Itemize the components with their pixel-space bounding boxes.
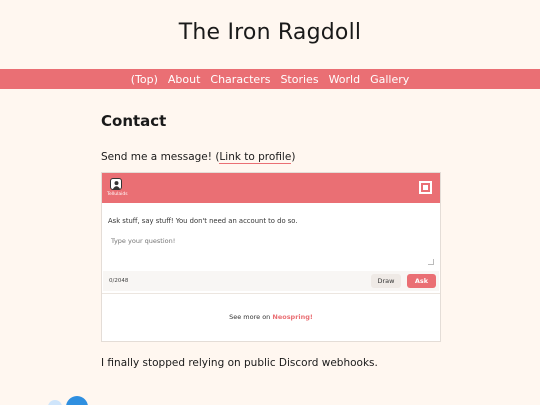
form-footer: 0/2048 Draw Ask: [103, 271, 439, 291]
nav-item-gallery[interactable]: Gallery: [370, 73, 409, 86]
nav-item-world[interactable]: World: [329, 73, 361, 86]
nav-item-top[interactable]: (Top): [131, 73, 158, 86]
widget-header: Tellulaids: [102, 173, 440, 203]
see-more-prefix: See more on: [229, 313, 273, 321]
intro-close: ): [291, 151, 296, 163]
resize-grip-icon[interactable]: [428, 259, 434, 265]
profile-link[interactable]: Link to profile: [219, 151, 292, 164]
contact-heading: Contact: [101, 112, 167, 130]
widget-divider: [102, 293, 440, 294]
avatar-icon[interactable]: [110, 178, 122, 190]
see-more-text: See more on Neospring!: [102, 313, 440, 321]
char-count: 0/2048: [109, 278, 129, 284]
main-content: Contact Send me a message! (Link to prof…: [101, 112, 441, 369]
draw-button[interactable]: Draw: [371, 274, 401, 288]
intro-text: Send me a message! (: [101, 151, 220, 163]
ask-widget: Tellulaids Ask stuff, say stuff! You don…: [101, 172, 441, 342]
main-nav: (Top) About Characters Stories World Gal…: [0, 69, 540, 89]
contact-intro: Send me a message! (Link to profile): [101, 151, 441, 164]
contact-outro: I finally stopped relying on public Disc…: [101, 357, 378, 369]
question-form: Ask stuff, say stuff! You don't need an …: [102, 203, 440, 293]
nav-item-stories[interactable]: Stories: [280, 73, 318, 86]
decorative-blob-icon: [66, 396, 88, 405]
site-title: The Iron Ragdoll: [178, 20, 362, 45]
neospring-link[interactable]: Neospring!: [272, 313, 313, 321]
question-input[interactable]: [106, 231, 436, 265]
widget-username: Tellulaids: [107, 192, 128, 197]
nav-item-about[interactable]: About: [168, 73, 201, 86]
ask-button[interactable]: Ask: [407, 274, 436, 288]
widget-prompt: Ask stuff, say stuff! You don't need an …: [108, 217, 298, 225]
neospring-logo-icon[interactable]: [419, 181, 432, 194]
decorative-blob-small: [48, 400, 62, 405]
nav-item-characters[interactable]: Characters: [210, 73, 270, 86]
